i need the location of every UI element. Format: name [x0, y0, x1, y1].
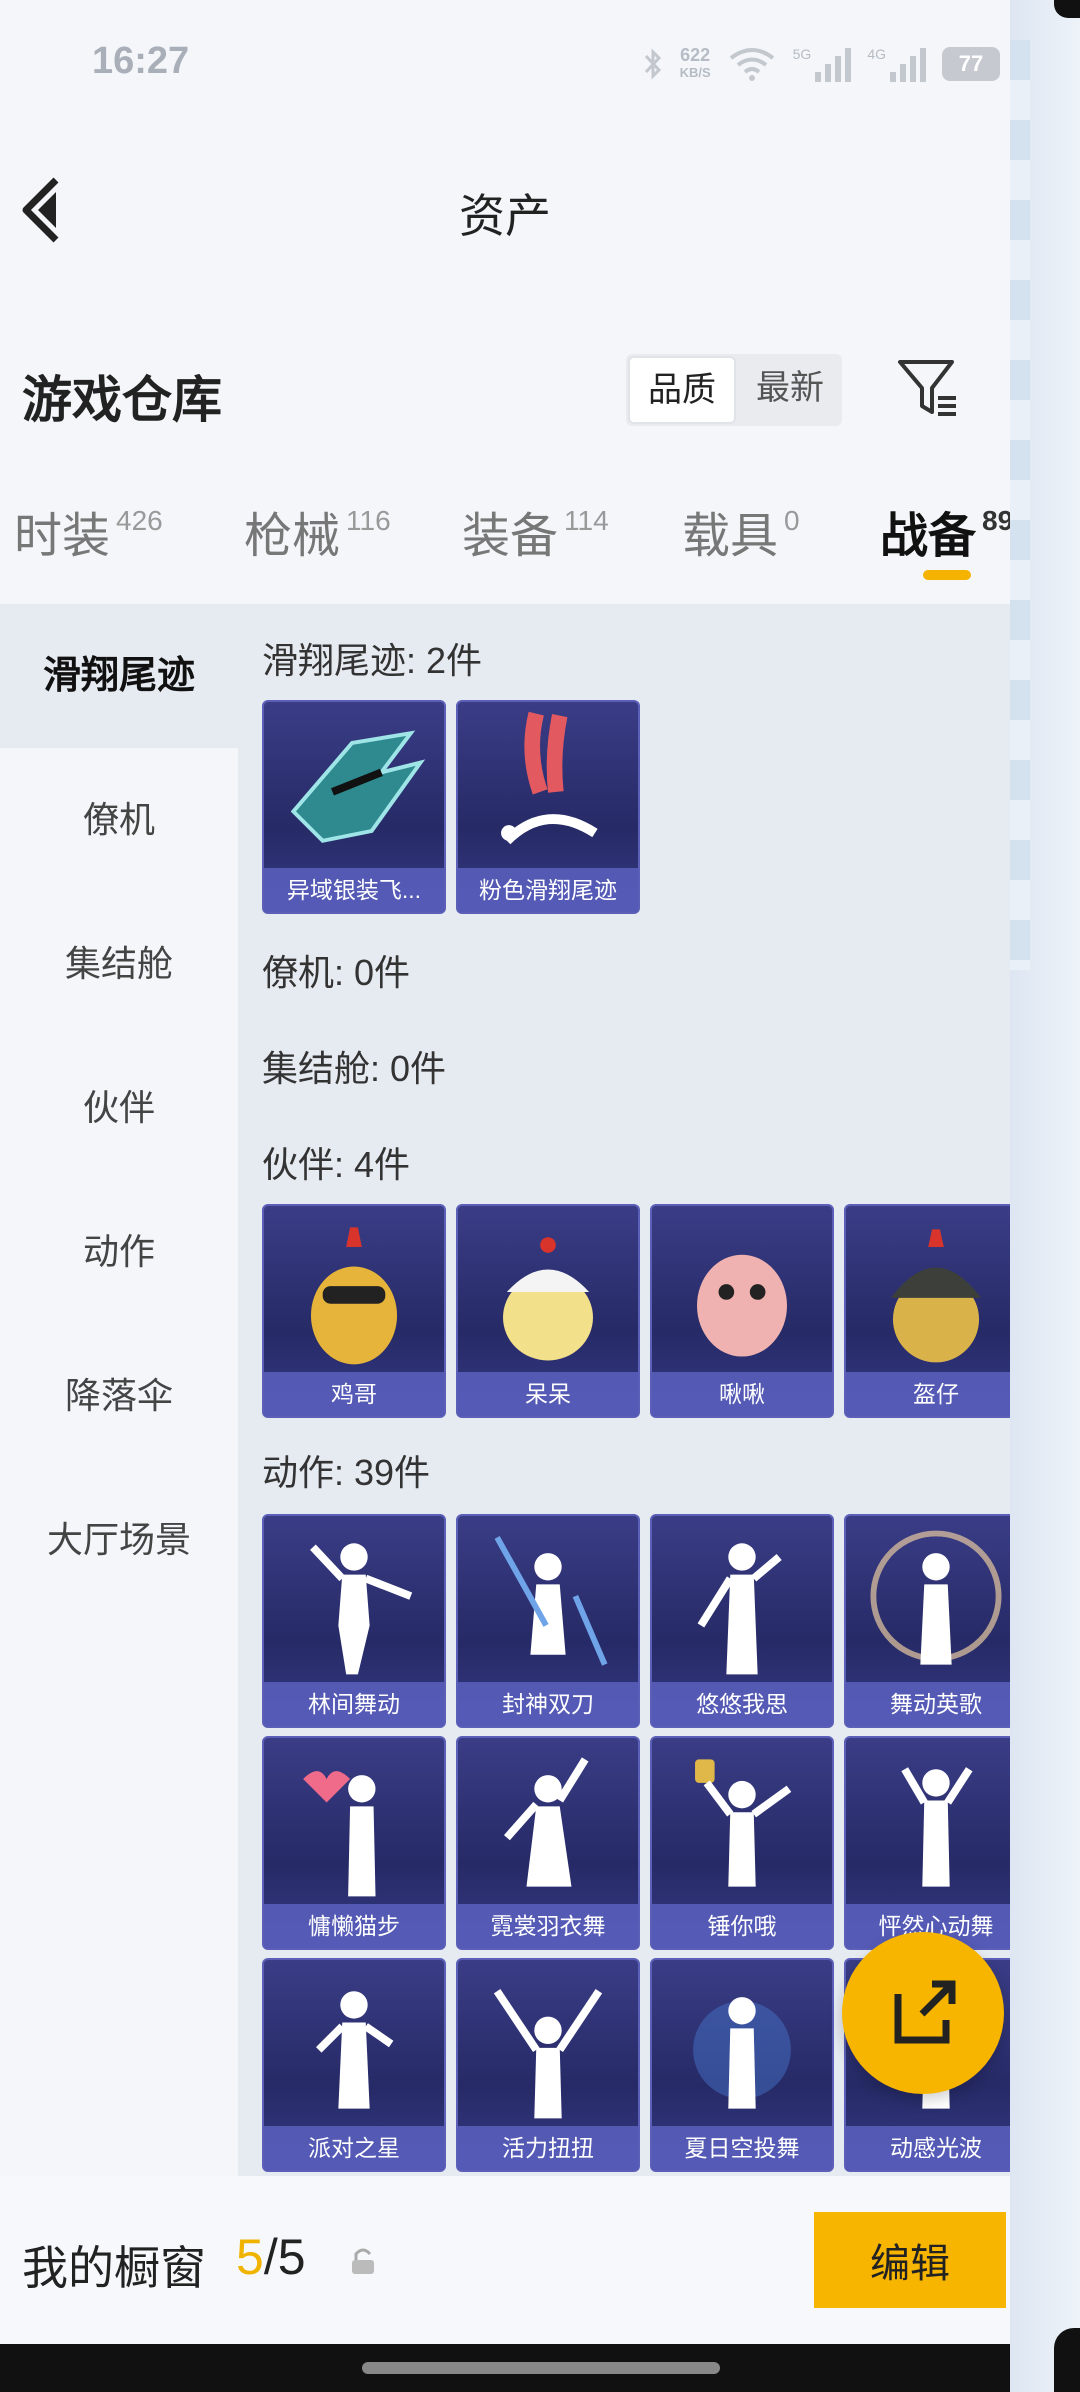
item-card[interactable]: 怦然心动舞 [844, 1736, 1010, 1950]
app-window: 16:27 622 KB/S 5G 4G 77 资产 游戏仓库 品质 最新 时装… [0, 0, 1010, 2392]
group-title-partner: 伙伴: 4件 [262, 1144, 411, 1185]
share-button[interactable] [842, 1932, 1004, 2094]
dance-figure-image [697, 1543, 782, 1675]
item-card[interactable]: 夏日空投舞 [650, 1958, 834, 2172]
filter-icon[interactable] [896, 356, 960, 420]
item-card[interactable]: 呆呆 [456, 1204, 640, 1418]
tab-equipment[interactable]: 装备 114 [462, 496, 609, 566]
category-tabs: 时装 426 枪械 116 装备 114 载具 0 战备 89 [0, 460, 1010, 604]
glide-trail-image [501, 711, 598, 845]
item-card[interactable]: 异域银装飞... [262, 700, 446, 914]
sort-toggle: 品质 最新 [626, 354, 842, 426]
system-nav-bar [0, 2344, 1010, 2392]
item-card[interactable]: 锤你哦 [650, 1736, 834, 1950]
screen-corner [1054, 0, 1080, 18]
showcase-bar: 我的橱窗 5/5 编辑 [0, 2176, 1010, 2344]
page-title: 资产 [459, 190, 551, 242]
wifi-icon [729, 48, 774, 81]
item-card[interactable]: 林间舞动 [262, 1514, 446, 1728]
sidebar-item-parachute[interactable]: 降落伞 [0, 1324, 238, 1468]
edit-button[interactable]: 编辑 [814, 2212, 1006, 2308]
dance-figure-image [493, 1989, 603, 2119]
screen-corner [1054, 2328, 1080, 2392]
item-card[interactable]: 盔仔 [844, 1204, 1010, 1418]
glide-trail-image [290, 730, 426, 843]
nav-header: 资产 [0, 130, 1010, 330]
tab-indicator [923, 570, 971, 580]
tab-battle-prep[interactable]: 战备 89 [880, 496, 1010, 566]
item-card[interactable]: 霓裳羽衣舞 [456, 1736, 640, 1950]
sidebar-item-glide-trail[interactable]: 滑翔尾迹 [0, 604, 238, 748]
dance-figure-image [503, 1757, 589, 1887]
status-icons: 622 KB/S 5G 4G 77 [642, 46, 1000, 82]
warehouse-title: 游戏仓库 [22, 372, 222, 428]
sidebar-item-pod[interactable]: 集结舱 [0, 892, 238, 1036]
chick-character-image [503, 1237, 593, 1361]
background-panel [1010, 0, 1080, 2392]
item-card[interactable]: 舞动英歌 [844, 1514, 1010, 1728]
dance-figure-image [870, 1530, 1002, 1665]
warehouse-header: 游戏仓库 品质 最新 [0, 330, 1010, 460]
sidebar-item-wingman[interactable]: 僚机 [0, 748, 238, 892]
bluetooth-icon [644, 48, 661, 80]
signal-4g-icon: 4G [867, 46, 926, 82]
item-card[interactable]: 啾啾 [650, 1204, 834, 1418]
group-title-wingman: 僚机: 0件 [262, 952, 411, 993]
dance-figure-image [693, 1997, 791, 2109]
chick-character-image [310, 1227, 398, 1365]
status-bar: 16:27 622 KB/S 5G 4G 77 [0, 0, 1010, 130]
item-card[interactable]: 慵懒猫步 [262, 1736, 446, 1950]
sort-newest-button[interactable]: 最新 [738, 354, 842, 426]
sidebar-item-emote[interactable]: 动作 [0, 1180, 238, 1324]
sidebar: 滑翔尾迹 僚机 集结舱 伙伴 动作 降落伞 大厅场景 [0, 604, 238, 2176]
home-indicator[interactable] [362, 2362, 720, 2374]
item-card[interactable]: 粉色滑翔尾迹 [456, 700, 640, 914]
background-strip [1010, 40, 1030, 970]
showcase-count: 5/5 [236, 2229, 306, 2285]
group-title-emote: 动作: 39件 [262, 1452, 431, 1493]
item-card[interactable]: 活力扭扭 [456, 1958, 640, 2172]
sort-quality-button[interactable]: 品质 [628, 356, 736, 424]
chick-character-image [697, 1254, 787, 1357]
dance-figure-image [901, 1767, 973, 1887]
dance-figure-image [695, 1759, 792, 1887]
tab-fashion[interactable]: 时装 426 [14, 496, 163, 566]
dance-figure-image [494, 1535, 608, 1666]
item-card[interactable]: 派对之星 [262, 1958, 446, 2172]
tab-guns[interactable]: 枪械 116 [244, 496, 391, 566]
showcase-label: 我的橱窗 [22, 2242, 206, 2294]
lock-icon [352, 2248, 374, 2274]
item-card[interactable]: 封神双刀 [456, 1514, 640, 1728]
dance-figure-image [316, 1991, 394, 2109]
group-title-glide: 滑翔尾迹: 2件 [262, 640, 483, 681]
share-icon [894, 1980, 956, 2044]
status-time: 16:27 [92, 40, 190, 82]
chick-character-image [891, 1229, 981, 1363]
group-title-pod: 集结舱: 0件 [262, 1048, 447, 1089]
sidebar-item-lobby-scene[interactable]: 大厅场景 [0, 1468, 238, 1612]
battery-icon: 77 [942, 47, 1000, 81]
tab-vehicles[interactable]: 载具 0 [682, 496, 800, 566]
item-card[interactable]: 鸡哥 [262, 1204, 446, 1418]
dance-figure-image [303, 1771, 376, 1897]
item-card[interactable]: 悠悠我思 [650, 1514, 834, 1728]
network-speed: 622 KB/S [679, 45, 711, 80]
signal-5g-icon: 5G [793, 46, 852, 82]
sidebar-item-partner[interactable]: 伙伴 [0, 1036, 238, 1180]
dance-figure-image [310, 1543, 413, 1675]
